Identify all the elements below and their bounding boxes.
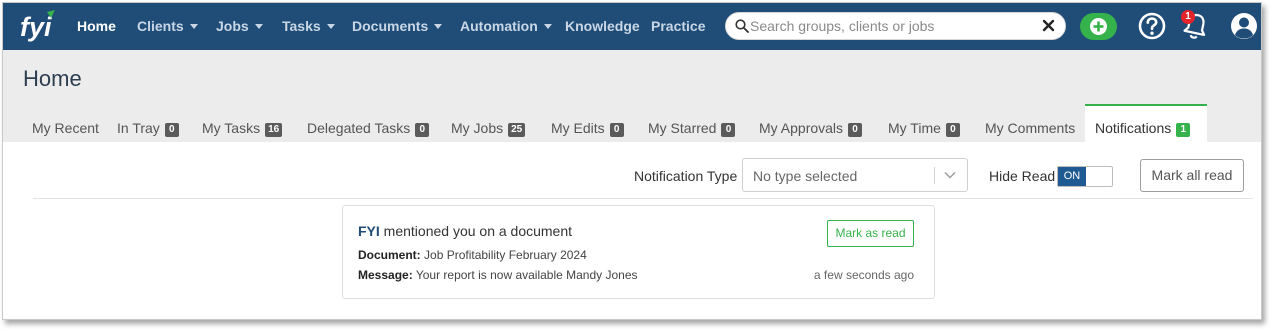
- notification-sender[interactable]: FYI: [358, 223, 380, 239]
- caret-down-icon: [543, 24, 552, 29]
- nav-jobs-label: Jobs: [216, 18, 249, 34]
- tab-notifications-inner: Notifications 1: [1095, 120, 1191, 137]
- notification-message-line: Message: Your report is now available Ma…: [358, 268, 638, 282]
- tab-notifications[interactable]: Notifications 1: [1085, 104, 1207, 143]
- count-badge: 16: [265, 123, 283, 137]
- notification-headline: FYI mentioned you on a document: [358, 223, 572, 239]
- nav-documents-label: Documents: [352, 18, 429, 34]
- count-badge: 0: [415, 123, 430, 137]
- document-label: Document:: [358, 248, 421, 262]
- tab-my-recent[interactable]: My Recent: [32, 120, 99, 136]
- tab-my-approvals[interactable]: My Approvals 0: [759, 120, 863, 137]
- hide-read-label: Hide Read: [989, 168, 1056, 184]
- caret-down-icon: [434, 24, 443, 29]
- notification-count-badge: 1: [1181, 10, 1195, 24]
- nav-clients[interactable]: Clients: [137, 18, 198, 34]
- select-divider: [934, 167, 935, 184]
- caret-down-icon: [189, 24, 198, 29]
- nav-documents[interactable]: Documents: [352, 18, 443, 34]
- nav-knowledge[interactable]: Knowledge: [565, 18, 640, 34]
- count-badge: 0: [945, 123, 960, 137]
- tab-label: My Starred: [648, 120, 717, 136]
- count-badge: 0: [609, 123, 624, 137]
- count-badge: 0: [848, 123, 863, 137]
- tab-label: My Recent: [32, 120, 99, 136]
- nav-clients-label: Clients: [137, 18, 184, 34]
- tab-label: My Edits: [551, 120, 605, 136]
- message-label: Message:: [358, 268, 413, 282]
- tab-label: My Tasks: [202, 120, 261, 136]
- nav-jobs[interactable]: Jobs: [216, 18, 263, 34]
- page-header: Home My Recent In Tray 0 My Tasks 16 Deleg…: [3, 50, 1261, 143]
- message-value: Your report is now available Mandy Jones: [415, 268, 638, 282]
- tab-label: My Approvals: [759, 120, 844, 136]
- nav-practice[interactable]: Practice: [651, 18, 705, 34]
- chevron-down-icon: [944, 172, 956, 179]
- nav-tasks[interactable]: Tasks: [282, 18, 335, 34]
- add-button[interactable]: [1080, 13, 1117, 40]
- notification-headline-text: mentioned you on a document: [383, 223, 573, 239]
- nav-tasks-label: Tasks: [282, 18, 321, 34]
- caret-down-icon: [326, 24, 335, 29]
- tab-label: Notifications: [1095, 120, 1172, 136]
- tab-label: My Time: [888, 120, 941, 136]
- app-window: fyi Home Clients Jobs Tasks Documents Au…: [2, 2, 1262, 320]
- count-badge: 0: [721, 123, 736, 137]
- nav-automation[interactable]: Automation: [460, 18, 552, 34]
- hide-read-toggle[interactable]: ON: [1057, 166, 1113, 187]
- divider: [33, 198, 1253, 199]
- fyi-logo[interactable]: fyi: [19, 9, 59, 43]
- tab-my-jobs[interactable]: My Jobs 25: [451, 120, 526, 137]
- count-badge: 0: [164, 123, 179, 137]
- tab-label: In Tray: [117, 120, 160, 136]
- tab-my-starred[interactable]: My Starred 0: [648, 120, 736, 137]
- notification-document-line: Document: Job Profitability February 202…: [358, 248, 587, 262]
- tab-label: My Comments: [985, 120, 1076, 136]
- select-value: No type selected: [753, 168, 858, 184]
- close-icon[interactable]: [1041, 18, 1056, 33]
- nav-home[interactable]: Home: [77, 18, 116, 34]
- notification-card: FYI mentioned you on a document Document…: [342, 205, 935, 299]
- caret-down-icon: [254, 24, 263, 29]
- tab-label: My Jobs: [451, 120, 504, 136]
- search-input[interactable]: [750, 16, 1040, 36]
- mark-all-read-button[interactable]: Mark all read: [1140, 159, 1244, 192]
- tab-delegated-tasks[interactable]: Delegated Tasks 0: [307, 120, 430, 137]
- toggle-on-label: ON: [1058, 167, 1086, 186]
- tab-my-tasks[interactable]: My Tasks 16: [202, 120, 283, 137]
- tab-label: Delegated Tasks: [307, 120, 411, 136]
- document-value[interactable]: Job Profitability February 2024: [424, 248, 587, 262]
- search-icon: [735, 19, 749, 33]
- page-title: Home: [23, 66, 82, 91]
- notification-type-label: Notification Type: [634, 168, 738, 184]
- count-badge: 1: [1176, 123, 1191, 137]
- count-badge: 25: [508, 123, 526, 137]
- svg-text:fyi: fyi: [20, 12, 52, 42]
- plus-icon: [1090, 18, 1107, 35]
- mark-as-read-button[interactable]: Mark as read: [827, 220, 914, 247]
- nav-automation-label: Automation: [460, 18, 538, 34]
- tab-my-comments[interactable]: My Comments: [985, 120, 1075, 136]
- tab-my-time[interactable]: My Time 0: [888, 120, 960, 137]
- global-search[interactable]: [725, 12, 1066, 40]
- top-nav-bar: fyi Home Clients Jobs Tasks Documents Au…: [3, 3, 1261, 50]
- notification-time: a few seconds ago: [813, 268, 914, 282]
- help-icon[interactable]: [1137, 11, 1167, 41]
- notification-type-select[interactable]: No type selected: [742, 158, 968, 192]
- user-icon[interactable]: [1229, 11, 1259, 41]
- tab-my-edits[interactable]: My Edits 0: [551, 120, 624, 137]
- tab-in-tray[interactable]: In Tray 0: [117, 120, 179, 137]
